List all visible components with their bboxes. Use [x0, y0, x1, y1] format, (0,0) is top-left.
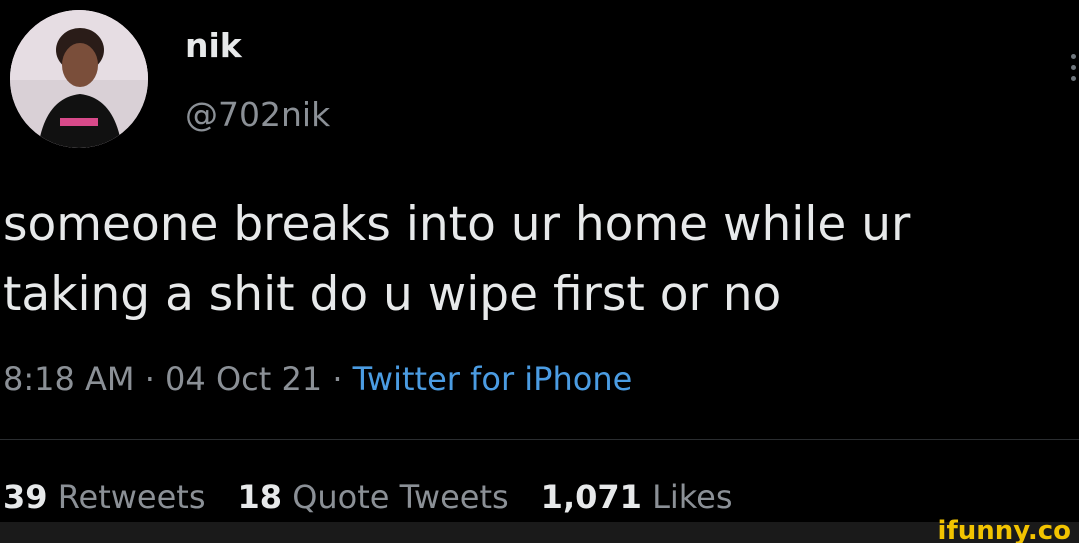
- avatar-photo-icon: [10, 10, 148, 148]
- display-name[interactable]: nik: [185, 26, 242, 65]
- tweet-source-link[interactable]: Twitter for iPhone: [353, 360, 633, 398]
- retweets-label: Retweets: [57, 478, 206, 516]
- tweet-text: someone breaks into ur home while ur tak…: [3, 190, 1079, 330]
- ifunny-watermark: ifunny.co: [937, 516, 1071, 543]
- user-handle[interactable]: @702nik: [185, 95, 330, 134]
- watermark-bar: [0, 522, 1079, 543]
- divider: [0, 439, 1079, 440]
- tweet-screenshot: nik @702nik someone breaks into ur home …: [0, 0, 1079, 543]
- quote-tweets-label: Quote Tweets: [292, 478, 509, 516]
- likes-count: 1,071: [540, 478, 642, 516]
- tweet-text-line: someone breaks into ur home while ur: [3, 197, 911, 252]
- quote-tweets-count: 18: [237, 478, 283, 516]
- quote-tweets-stat[interactable]: 18 Quote Tweets: [238, 478, 509, 516]
- avatar[interactable]: [10, 10, 148, 148]
- tweet-meta: 8:18 AM · 04 Oct 21 · Twitter for iPhone: [3, 360, 632, 398]
- tweet-time[interactable]: 8:18 AM: [3, 360, 135, 398]
- tweet-date[interactable]: 04 Oct 21: [165, 360, 322, 398]
- meta-separator: ·: [332, 360, 343, 398]
- tweet-text-line: taking a shit do u wipe first or no: [3, 267, 782, 322]
- retweets-count: 39: [3, 478, 48, 516]
- likes-label: Likes: [652, 478, 733, 516]
- tweet-stats: 39 Retweets 18 Quote Tweets 1,071 Likes: [3, 478, 733, 516]
- retweets-stat[interactable]: 39 Retweets: [3, 478, 206, 516]
- likes-stat[interactable]: 1,071 Likes: [541, 478, 733, 516]
- more-options-icon[interactable]: [1068, 54, 1078, 94]
- meta-separator: ·: [144, 360, 155, 398]
